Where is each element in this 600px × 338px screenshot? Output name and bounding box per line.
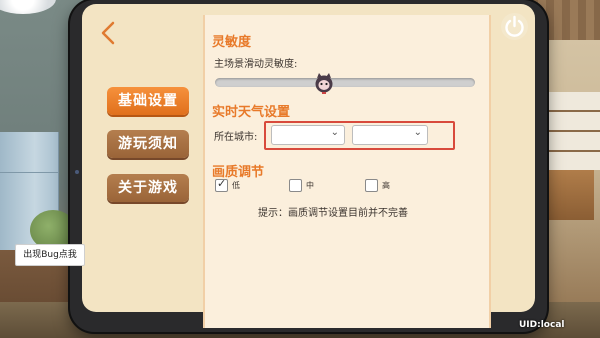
tab-play-notes[interactable]: 游玩须知 [107, 130, 189, 158]
cat-knob-icon[interactable] [313, 72, 335, 94]
power-icon[interactable] [501, 13, 528, 40]
quality-low-label: 低 [232, 181, 240, 190]
quality-tip: 提示：画质调节设置目前并不完善 [258, 208, 408, 219]
sensitivity-slider[interactable] [215, 78, 475, 87]
chevron-down-icon: ⌄ [330, 127, 339, 138]
tab-basic-settings[interactable]: 基础设置 [107, 87, 189, 115]
check-icon: ✓ [217, 177, 227, 190]
chevron-down-icon: ⌄ [413, 127, 422, 138]
back-arrow-icon[interactable] [96, 20, 120, 46]
quality-low-checkbox[interactable]: ✓ [215, 177, 228, 192]
province-select[interactable]: ⌄ [271, 125, 345, 145]
city-label: 所在城市: [214, 132, 258, 143]
tablet-camera [75, 170, 79, 174]
quality-medium-label: 中 [306, 181, 314, 190]
tab-about-game[interactable]: 关于游戏 [107, 174, 189, 202]
uid-label: UID:local [519, 320, 565, 330]
quality-medium-checkbox[interactable] [289, 179, 302, 192]
weather-title: 实时天气设置 [212, 105, 291, 120]
sensitivity-title: 灵敏度 [212, 35, 252, 50]
sensitivity-label: 主场景滑动灵敏度: [214, 59, 298, 70]
quality-high-checkbox[interactable] [365, 179, 378, 192]
quality-high-label: 高 [382, 181, 390, 190]
city-select[interactable]: ⌄ [352, 125, 428, 145]
report-bug-button[interactable]: 出现Bug点我 [15, 244, 85, 266]
